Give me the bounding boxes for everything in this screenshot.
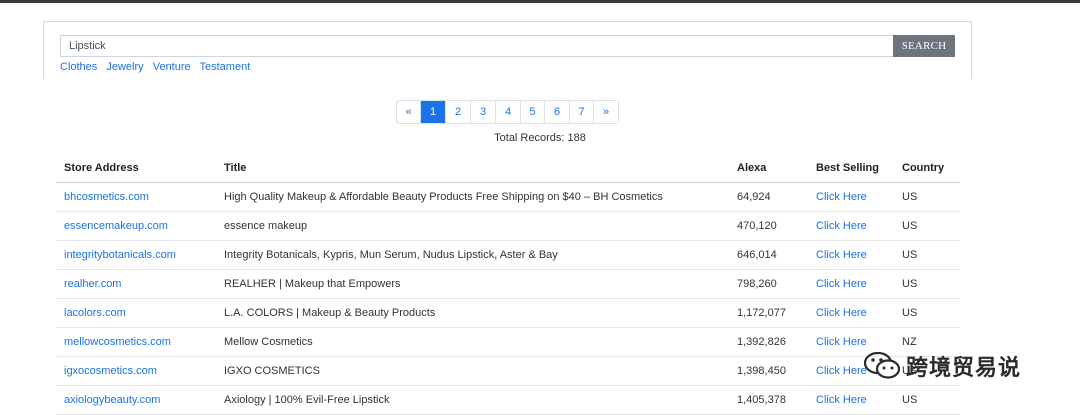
best-selling-link[interactable]: Click Here xyxy=(816,307,867,319)
watermark-text: 跨境贸易说 xyxy=(906,356,1022,381)
store-address-link[interactable]: lacolors.com xyxy=(64,307,126,319)
store-address-link[interactable]: igxocosmetics.com xyxy=(64,365,157,377)
table-row: essencemakeup.com essence makeup 470,120 Cl… xyxy=(56,212,960,241)
page-7[interactable]: 7 xyxy=(570,101,594,123)
best-selling-link[interactable]: Click Here xyxy=(816,278,867,290)
title-cell: High Quality Makeup & Affordable Beauty … xyxy=(224,191,663,203)
store-address-link[interactable]: bhcosmetics.com xyxy=(64,191,149,203)
alexa-cell: 1,392,826 xyxy=(737,336,786,348)
title-cell: L.A. COLORS | Makeup & Beauty Products xyxy=(224,307,436,319)
page-2[interactable]: 2 xyxy=(446,101,471,123)
pagination-next[interactable]: » xyxy=(594,101,618,123)
title-cell: IGXO COSMETICS xyxy=(224,365,320,377)
table-header: Store Address Title Alexa Best Selling C… xyxy=(56,154,960,183)
table-row: integritybotanicals.com Integrity Botanic… xyxy=(56,241,960,270)
store-address-link[interactable]: integritybotanicals.com xyxy=(64,249,176,261)
table-row: igxocosmetics.com IGXO COSMETICS 1,398,450… xyxy=(56,357,960,386)
header-store-address[interactable]: Store Address xyxy=(64,162,139,174)
table-row: realher.com REALHER | Makeup that Empower… xyxy=(56,270,960,299)
watermark: 跨境贸易说 xyxy=(862,346,1052,386)
quick-link-clothes[interactable]: Clothes xyxy=(60,61,97,73)
alexa-cell: 1,172,077 xyxy=(737,307,786,319)
country-cell: US xyxy=(902,191,918,203)
table-row: lacolors.com L.A. COLORS | Makeup & Beaut… xyxy=(56,299,960,328)
title-cell: REALHER | Makeup that Empowers xyxy=(224,278,401,290)
title-cell: essence makeup xyxy=(224,220,308,232)
store-address-link[interactable]: essencemakeup.com xyxy=(64,220,168,232)
pagination: « 1 2 3 4 5 6 7 » xyxy=(396,100,619,124)
alexa-cell: 470,120 xyxy=(737,220,777,232)
header-best-selling[interactable]: Best Selling xyxy=(816,162,879,174)
store-address-link[interactable]: mellowcosmetics.com xyxy=(64,336,171,348)
header-alexa[interactable]: Alexa xyxy=(737,162,766,174)
store-address-link[interactable]: axiologybeauty.com xyxy=(64,394,160,406)
header-country[interactable]: Country xyxy=(902,162,944,174)
country-cell: US xyxy=(902,307,918,319)
quick-link-venture[interactable]: Venture xyxy=(153,61,191,73)
table-row: mellowcosmetics.com Mellow Cosmetics 1,392… xyxy=(56,328,960,357)
search-input[interactable] xyxy=(60,35,893,57)
header-title[interactable]: Title xyxy=(224,162,246,174)
best-selling-link[interactable]: Click Here xyxy=(816,249,867,261)
alexa-cell: 64,924 xyxy=(737,191,771,203)
best-selling-link[interactable]: Click Here xyxy=(816,191,867,203)
best-selling-link[interactable]: Click Here xyxy=(816,365,867,377)
stores-table: Store Address Title Alexa Best Selling C… xyxy=(56,154,960,415)
best-selling-link[interactable]: Click Here xyxy=(816,394,867,406)
best-selling-link[interactable]: Click Here xyxy=(816,220,867,232)
table-row: bhcosmetics.com High Quality Makeup & Aff… xyxy=(56,183,960,212)
total-records: Total Records: 188 xyxy=(494,132,586,144)
title-cell: Mellow Cosmetics xyxy=(224,336,313,348)
quick-link-jewelry[interactable]: Jewelry xyxy=(106,61,143,73)
quick-link-testament[interactable]: Testament xyxy=(200,61,251,73)
store-address-link[interactable]: realher.com xyxy=(64,278,121,290)
search-button[interactable]: SEARCH xyxy=(893,35,955,57)
page-4[interactable]: 4 xyxy=(496,101,521,123)
top-bar xyxy=(0,0,1080,3)
title-cell: Axiology | 100% Evil-Free Lipstick xyxy=(224,394,390,406)
country-cell: US xyxy=(902,220,918,232)
alexa-cell: 798,260 xyxy=(737,278,777,290)
best-selling-link[interactable]: Click Here xyxy=(816,336,867,348)
alexa-cell: 646,014 xyxy=(737,249,777,261)
page-6[interactable]: 6 xyxy=(545,101,570,123)
wechat-icon xyxy=(863,351,901,379)
table-body: bhcosmetics.com High Quality Makeup & Aff… xyxy=(56,183,960,415)
table-row: axiologybeauty.com Axiology | 100% Evil-F… xyxy=(56,386,960,415)
alexa-cell: 1,398,450 xyxy=(737,365,786,377)
page-3[interactable]: 3 xyxy=(471,101,496,123)
quick-links: Clothes Jewelry Venture Testament xyxy=(60,61,256,73)
page-1[interactable]: 1 xyxy=(421,101,446,123)
country-cell: US xyxy=(902,249,918,261)
country-cell: US xyxy=(902,394,918,406)
title-cell: Integrity Botanicals, Kypris, Mun Serum,… xyxy=(224,249,558,261)
country-cell: US xyxy=(902,278,918,290)
pagination-prev[interactable]: « xyxy=(397,101,421,123)
alexa-cell: 1,405,378 xyxy=(737,394,786,406)
page-5[interactable]: 5 xyxy=(521,101,545,123)
